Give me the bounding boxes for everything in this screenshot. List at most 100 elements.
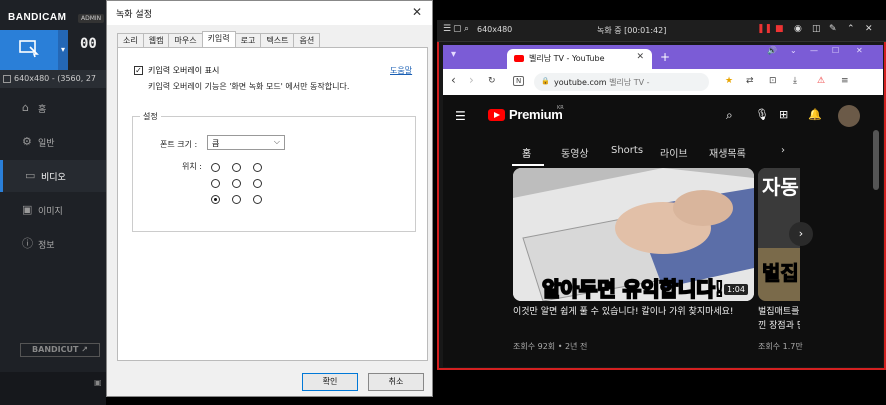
capture-size: 640x480: [477, 25, 513, 34]
tab-keystroke[interactable]: 키입력: [201, 31, 236, 47]
youtube-premium-logo[interactable]: Premium: [509, 107, 563, 122]
font-size-select[interactable]: 큼 ⌵: [207, 135, 285, 150]
settings-group: [132, 116, 416, 232]
tab-close-icon[interactable]: ✕: [636, 52, 644, 62]
screen-mode-button[interactable]: [0, 30, 58, 70]
video-title[interactable]: 이것만 알면 쉽게 풀 수 있습니다! 칼이나 가위 찾지마세요!: [513, 305, 753, 319]
tab-webcam[interactable]: 웹캠: [142, 33, 170, 47]
bandicut-button[interactable]: BANDICUT ↗: [20, 343, 100, 357]
svg-text:자동: 자동: [762, 175, 799, 199]
dialog-titlebar: 녹화 설정 ✕: [107, 1, 432, 25]
new-tab-button[interactable]: +: [660, 50, 670, 64]
tab-live[interactable]: 라이브: [660, 145, 688, 160]
search-window-icon[interactable]: ⌕: [464, 24, 469, 34]
hamburger-menu-icon[interactable]: ☰: [455, 109, 466, 123]
position-radio-middle-center[interactable]: [232, 179, 241, 188]
url-field[interactable]: 🔒 youtube.com 벨리남 TV -: [534, 73, 709, 91]
window-close-icon[interactable]: ✕: [856, 46, 863, 55]
page-scrollbar[interactable]: [873, 130, 879, 190]
active-tab-indicator: [512, 164, 544, 166]
pause-icon[interactable]: ❚❚: [757, 24, 772, 34]
position-radio-top-right[interactable]: [253, 163, 262, 172]
translate-icon[interactable]: ⇄: [746, 76, 754, 86]
position-radio-bottom-center[interactable]: [232, 195, 241, 204]
tab-options[interactable]: 옵션: [293, 33, 321, 47]
chat-icon[interactable]: ▣: [94, 378, 102, 387]
position-radio-top-center[interactable]: [232, 163, 241, 172]
forward-icon[interactable]: ›: [469, 73, 474, 87]
speaker-icon[interactable]: 🔊: [767, 46, 777, 55]
minimize-icon[interactable]: —: [810, 46, 818, 55]
more-icon[interactable]: ≡: [841, 76, 849, 86]
ok-button[interactable]: 확인: [302, 373, 358, 391]
bandicam-logo: BANDICAM: [8, 12, 67, 23]
help-link[interactable]: 도움말: [390, 65, 412, 76]
close-icon[interactable]: ✕: [412, 5, 422, 19]
tab-search-icon[interactable]: ▾: [451, 49, 456, 60]
position-radio-middle-right[interactable]: [253, 179, 262, 188]
image-icon: ▣: [22, 203, 33, 216]
sidebar-item-video[interactable]: ▭ 비디오: [0, 160, 106, 192]
mic-icon[interactable]: 🎙: [755, 108, 769, 121]
tab-sound[interactable]: 소리: [117, 33, 144, 47]
download-icon[interactable]: ⤓: [793, 76, 797, 86]
resolution-row[interactable]: 640x480 - (3560, 27: [0, 70, 106, 88]
position-radio-middle-left[interactable]: [211, 179, 220, 188]
overlay-checkbox-label[interactable]: 키입력 오버레이 표시: [148, 65, 219, 76]
sidebar-item-info[interactable]: ⓘ 정보: [0, 228, 106, 260]
tab-list-icon[interactable]: ⌄: [790, 46, 797, 55]
youtube-logo-icon[interactable]: [488, 109, 505, 121]
position-radio-bottom-left[interactable]: [211, 195, 220, 204]
reload-icon[interactable]: ↻: [488, 76, 496, 86]
chips-next-icon[interactable]: ›: [781, 145, 785, 156]
collapse-icon[interactable]: ⌃: [847, 24, 855, 34]
camera-icon[interactable]: ◉: [794, 24, 802, 34]
tab-home[interactable]: 홈: [522, 145, 531, 160]
maximize-icon[interactable]: ☐: [832, 46, 839, 55]
search-icon[interactable]: ⌕: [726, 108, 733, 123]
pen-icon[interactable]: ✎: [829, 24, 837, 34]
bell-icon[interactable]: 🔔: [808, 108, 822, 121]
sidebar-item-home[interactable]: ⌂ 홈: [0, 92, 106, 124]
resolution-checkbox[interactable]: [3, 75, 11, 83]
stop-icon[interactable]: ■: [775, 24, 784, 34]
carousel-next-button[interactable]: ›: [789, 222, 813, 246]
video-title[interactable]: 벌집매트를 낀 장점과 단: [758, 305, 800, 333]
tab-videos[interactable]: 동영상: [561, 145, 589, 160]
tab-logo[interactable]: 로고: [234, 33, 262, 47]
chevron-down-icon: ⌵: [273, 137, 280, 146]
mode-dropdown-button[interactable]: ▾: [58, 30, 68, 70]
create-icon[interactable]: ⊞: [779, 108, 788, 121]
overlay-checkbox[interactable]: ✓: [134, 66, 143, 75]
tab-text[interactable]: 텍스트: [260, 33, 295, 47]
sidebar-item-image[interactable]: ▣ 이미지: [0, 194, 106, 226]
tab-mouse[interactable]: 마우스: [168, 33, 203, 47]
avatar[interactable]: [838, 105, 860, 127]
browser-tab[interactable]: 벨리남 TV - YouTube ✕: [507, 49, 652, 69]
gear-icon: ⚙: [22, 135, 32, 148]
tab-shorts[interactable]: Shorts: [611, 145, 643, 156]
cancel-button[interactable]: 취소: [368, 373, 424, 391]
menu-icon[interactable]: ☰: [443, 24, 451, 34]
svg-text:벌집: 벌집: [762, 261, 799, 285]
tab-playlists[interactable]: 재생목록: [709, 145, 746, 160]
position-radio-bottom-right[interactable]: [253, 195, 262, 204]
url-text: youtube.com 벨리남 TV -: [554, 77, 650, 88]
video-duration: 1:04: [724, 284, 748, 295]
sidebar-item-general[interactable]: ⚙ 일반: [0, 126, 106, 158]
close-icon[interactable]: ✕: [865, 24, 873, 34]
bookmark-star-icon[interactable]: ★: [725, 76, 733, 86]
back-icon[interactable]: ‹: [451, 73, 456, 87]
site-info-icon[interactable]: 🔒: [541, 77, 550, 85]
recording-status: 녹화 중 [00:01:42]: [597, 26, 667, 35]
split-icon[interactable]: ◫: [812, 24, 821, 34]
position-radio-top-left[interactable]: [211, 163, 220, 172]
alert-icon[interactable]: ⚠: [817, 76, 825, 86]
record-timer: 00: [80, 36, 97, 52]
video-thumbnail[interactable]: 알아두면 유익합니다!: [513, 168, 754, 301]
screenshot-icon[interactable]: ⊡: [769, 76, 777, 86]
window-icon[interactable]: ▢: [453, 24, 462, 34]
reader-icon[interactable]: N: [513, 76, 525, 86]
font-size-value: 큼: [212, 139, 220, 148]
sidebar-item-label: 비디오: [41, 173, 66, 183]
